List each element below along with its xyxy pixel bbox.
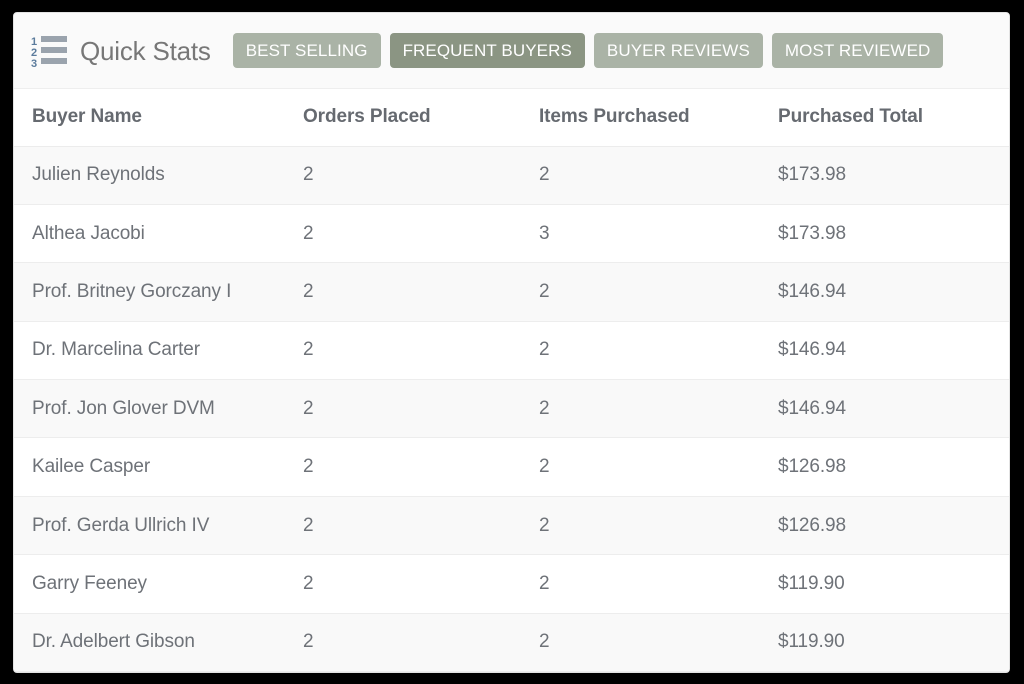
cell-orders-placed: 2 <box>286 379 524 439</box>
cell-orders-placed: 2 <box>286 321 524 381</box>
column-header-purchased-total: Purchased Total <box>764 89 1009 147</box>
tab-frequent-buyers[interactable]: FREQUENT BUYERS <box>389 33 585 68</box>
cell-buyer-name: Dr. Adelbert Gibson <box>14 613 286 672</box>
cell-orders-placed: 2 <box>286 262 524 322</box>
panel-header: 1 2 3 Quick Stats BEST SELLING FREQUENT … <box>14 13 1009 89</box>
cell-items-purchased: 2 <box>524 613 764 672</box>
cell-buyer-name: Kailee Casper <box>14 437 286 497</box>
cell-purchased-total: $119.90 <box>764 554 1009 614</box>
table-row[interactable]: Prof. Jon Glover DVM 2 2 $146.94 <box>14 379 1009 439</box>
table-header-row: Buyer Name Orders Placed Items Purchased… <box>14 89 1009 147</box>
cell-purchased-total: $146.94 <box>764 379 1009 439</box>
tab-best-selling[interactable]: BEST SELLING <box>232 33 381 68</box>
cell-purchased-total: $146.94 <box>764 262 1009 322</box>
table-row[interactable]: Prof. Gerda Ullrich IV 2 2 $126.98 <box>14 496 1009 556</box>
cell-orders-placed: 2 <box>286 496 524 556</box>
table-header: Buyer Name Orders Placed Items Purchased… <box>14 89 1009 147</box>
cell-buyer-name: Prof. Gerda Ullrich IV <box>14 496 286 556</box>
frequent-buyers-table: Buyer Name Orders Placed Items Purchased… <box>14 89 1009 672</box>
table-row[interactable]: Dr. Adelbert Gibson 2 2 $119.90 <box>14 613 1009 672</box>
table-row[interactable]: Dr. Marcelina Carter 2 2 $146.94 <box>14 321 1009 381</box>
cell-items-purchased: 2 <box>524 496 764 556</box>
column-header-items-purchased: Items Purchased <box>524 89 764 147</box>
cell-items-purchased: 2 <box>524 437 764 497</box>
screen-root: 1 2 3 Quick Stats BEST SELLING FREQUENT … <box>0 0 1024 684</box>
cell-buyer-name: Althea Jacobi <box>14 204 286 264</box>
cell-buyer-name: Prof. Britney Gorczany I <box>14 262 286 322</box>
tab-buyer-reviews[interactable]: BUYER REVIEWS <box>593 33 763 68</box>
quick-stats-panel: 1 2 3 Quick Stats BEST SELLING FREQUENT … <box>13 12 1010 673</box>
table-row[interactable]: Prof. Britney Gorczany I 2 2 $146.94 <box>14 262 1009 322</box>
cell-items-purchased: 3 <box>524 204 764 264</box>
table-row[interactable]: Garry Feeney 2 2 $119.90 <box>14 554 1009 614</box>
cell-orders-placed: 2 <box>286 437 524 497</box>
cell-purchased-total: $126.98 <box>764 437 1009 497</box>
svg-text:3: 3 <box>31 58 37 68</box>
cell-purchased-total: $126.98 <box>764 496 1009 556</box>
cell-items-purchased: 2 <box>524 554 764 614</box>
cell-purchased-total: $119.90 <box>764 613 1009 672</box>
cell-items-purchased: 2 <box>524 146 764 205</box>
cell-buyer-name: Garry Feeney <box>14 554 286 614</box>
cell-buyer-name: Julien Reynolds <box>14 146 286 205</box>
table-row[interactable]: Julien Reynolds 2 2 $173.98 <box>14 146 1009 205</box>
cell-buyer-name: Dr. Marcelina Carter <box>14 321 286 381</box>
cell-orders-placed: 2 <box>286 146 524 205</box>
cell-items-purchased: 2 <box>524 379 764 439</box>
cell-orders-placed: 2 <box>286 554 524 614</box>
table-body: Julien Reynolds 2 2 $173.98 Althea Jacob… <box>14 146 1009 672</box>
table-row[interactable]: Kailee Casper 2 2 $126.98 <box>14 437 1009 497</box>
cell-items-purchased: 2 <box>524 262 764 322</box>
tab-most-reviewed[interactable]: MOST REVIEWED <box>771 33 944 68</box>
column-header-orders-placed: Orders Placed <box>286 89 524 147</box>
page-title: Quick Stats <box>80 35 211 66</box>
cell-buyer-name: Prof. Jon Glover DVM <box>14 379 286 439</box>
cell-purchased-total: $173.98 <box>764 204 1009 264</box>
cell-orders-placed: 2 <box>286 613 524 672</box>
cell-purchased-total: $173.98 <box>764 146 1009 205</box>
cell-items-purchased: 2 <box>524 321 764 381</box>
tab-bar: BEST SELLING FREQUENT BUYERS BUYER REVIE… <box>232 33 944 68</box>
column-header-buyer-name: Buyer Name <box>14 89 286 147</box>
ordered-list-icon: 1 2 3 <box>31 35 67 68</box>
table-row[interactable]: Althea Jacobi 2 3 $173.98 <box>14 204 1009 264</box>
cell-purchased-total: $146.94 <box>764 321 1009 381</box>
cell-orders-placed: 2 <box>286 204 524 264</box>
